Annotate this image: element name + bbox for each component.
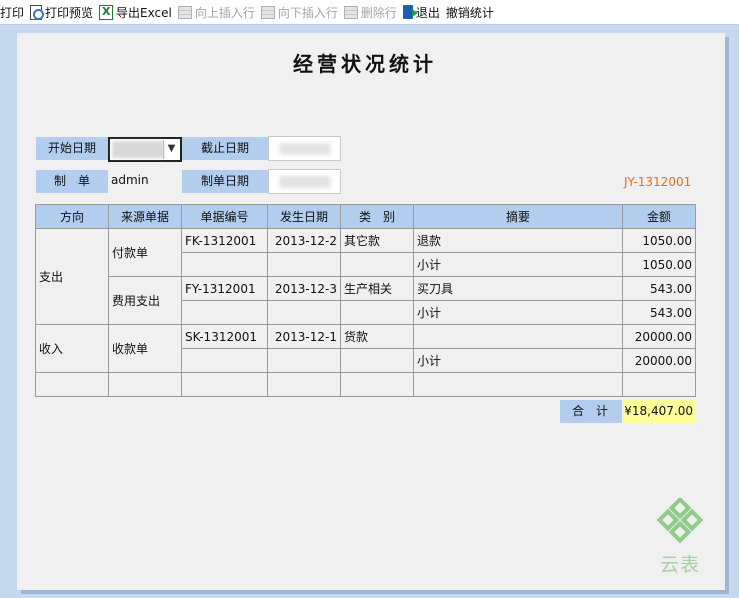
start-date-value: [112, 141, 164, 158]
doc-no-cell[interactable]: FK-1312001: [181, 228, 268, 253]
maker-field[interactable]: admin: [108, 169, 182, 194]
toolbar: 打印 打印预览 导出Excel 向上插入行 向下插入行 删除行 退出 撤销统计: [0, 0, 739, 25]
category-cell[interactable]: [340, 348, 414, 373]
delete-row-button[interactable]: 删除行: [341, 0, 400, 24]
col-header-direction: 方向: [35, 204, 109, 229]
insert-above-label: 向上插入行: [194, 5, 255, 20]
table-row[interactable]: 费用支出 FY-1312001 2013-12-3 生产相关 买刀具 543.0…: [36, 276, 696, 325]
chevron-down-icon[interactable]: ▼: [163, 140, 179, 159]
yunbiao-logo: 云表: [652, 496, 708, 578]
excel-icon: [99, 4, 114, 20]
total-value: ¥18,407.00: [624, 400, 696, 423]
exit-icon: [402, 5, 418, 19]
category-cell[interactable]: [340, 252, 414, 277]
summary-cell[interactable]: 小计: [413, 252, 623, 277]
doc-no-cell[interactable]: [181, 348, 268, 373]
date-cell[interactable]: [267, 348, 341, 373]
col-header-source: 来源单据: [108, 204, 182, 229]
table-header-row: 方向 来源单据 单据编号 发生日期 类 别 摘要 金额: [35, 204, 696, 229]
statistics-table: 方向 来源单据 单据编号 发生日期 类 别 摘要 金额 支出 付款单 FK-13…: [35, 204, 696, 397]
insert-row-above-icon: [177, 5, 192, 19]
col-header-doc-no: 单据编号: [181, 204, 268, 229]
date-cell[interactable]: [267, 300, 341, 325]
col-header-summary: 摘要: [413, 204, 623, 229]
delete-row-label: 删除行: [360, 5, 397, 20]
insert-below-label: 向下插入行: [277, 5, 338, 20]
print-preview-label: 打印预览: [45, 5, 94, 20]
date-cell[interactable]: 2013-12-1: [267, 324, 341, 349]
doc-no-cell[interactable]: [181, 252, 268, 277]
col-header-date: 发生日期: [267, 204, 341, 229]
category-cell[interactable]: [340, 300, 414, 325]
col-header-category: 类 别: [340, 204, 414, 229]
doc-no-cell[interactable]: [181, 300, 268, 325]
insert-above-button[interactable]: 向上插入行: [175, 0, 258, 24]
doc-no-cell[interactable]: SK-1312001: [181, 324, 268, 349]
summary-cell[interactable]: [413, 324, 623, 349]
date-cell[interactable]: 2013-12-3: [267, 276, 341, 301]
date-cell[interactable]: [267, 252, 341, 277]
export-excel-label: 导出Excel: [116, 5, 172, 20]
print-preview-icon: [30, 4, 45, 20]
empty-cell[interactable]: [108, 372, 182, 397]
summary-cell[interactable]: 小计: [413, 300, 623, 325]
empty-table-row[interactable]: [35, 372, 696, 397]
make-date-label: 制单日期: [182, 170, 268, 193]
source-cell[interactable]: 费用支出: [108, 276, 182, 325]
direction-cell[interactable]: 收入: [35, 324, 109, 373]
undo-stats-button[interactable]: 撤销统计: [443, 0, 497, 24]
start-date-label: 开始日期: [36, 137, 108, 160]
export-excel-button[interactable]: 导出Excel: [96, 0, 175, 24]
exit-label: 退出: [415, 5, 440, 20]
date-cell[interactable]: 2013-12-2: [267, 228, 341, 253]
direction-cell[interactable]: 支出: [35, 228, 109, 325]
insert-below-button[interactable]: 向下插入行: [258, 0, 341, 24]
empty-cell[interactable]: [413, 372, 623, 397]
doc-no-cell[interactable]: FY-1312001: [181, 276, 268, 301]
empty-cell[interactable]: [181, 372, 268, 397]
amount-cell[interactable]: 543.00: [622, 276, 696, 301]
amount-cell[interactable]: 20000.00: [622, 324, 696, 349]
logo-text: 云表: [659, 554, 700, 576]
end-date-field[interactable]: [268, 136, 341, 161]
category-cell[interactable]: 货款: [340, 324, 414, 349]
print-label: 打印: [0, 5, 25, 20]
start-date-select[interactable]: ▼: [108, 137, 182, 162]
empty-cell[interactable]: [267, 372, 341, 397]
table-row[interactable]: 支出 付款单 FK-1312001 2013-12-2 其它款 退款 1050.…: [35, 228, 696, 325]
undo-stats-label: 撤销统计: [445, 5, 494, 20]
document-number: JY-1312001: [624, 175, 692, 189]
print-button[interactable]: 打印: [0, 0, 27, 24]
summary-cell[interactable]: 买刀具: [413, 276, 623, 301]
amount-cell[interactable]: 543.00: [622, 300, 696, 325]
delete-row-icon: [343, 5, 358, 19]
empty-cell[interactable]: [340, 372, 414, 397]
maker-label: 制 单: [36, 170, 108, 193]
amount-cell[interactable]: 1050.00: [622, 228, 696, 253]
report-title: 经营状况统计: [293, 52, 437, 76]
category-cell[interactable]: 其它款: [340, 228, 414, 253]
total-label: 合计: [560, 400, 622, 423]
exit-button[interactable]: 退出: [400, 0, 443, 24]
end-date-label: 截止日期: [182, 137, 268, 160]
logo-diamond-icon: [656, 496, 704, 544]
insert-row-below-icon: [260, 5, 275, 19]
source-cell[interactable]: 收款单: [108, 324, 182, 373]
summary-cell[interactable]: 小计: [413, 348, 623, 373]
col-header-amount: 金额: [622, 204, 696, 229]
category-cell[interactable]: 生产相关: [340, 276, 414, 301]
table-row[interactable]: 收入 收款单 SK-1312001 2013-12-1 货款 20000.00: [35, 324, 696, 373]
empty-cell[interactable]: [622, 372, 696, 397]
empty-cell[interactable]: [35, 372, 109, 397]
source-cell[interactable]: 付款单: [108, 228, 182, 277]
make-date-field[interactable]: [268, 169, 341, 194]
amount-cell[interactable]: 20000.00: [622, 348, 696, 373]
summary-cell[interactable]: 退款: [413, 228, 623, 253]
amount-cell[interactable]: 1050.00: [622, 252, 696, 277]
print-preview-button[interactable]: 打印预览: [27, 0, 96, 24]
